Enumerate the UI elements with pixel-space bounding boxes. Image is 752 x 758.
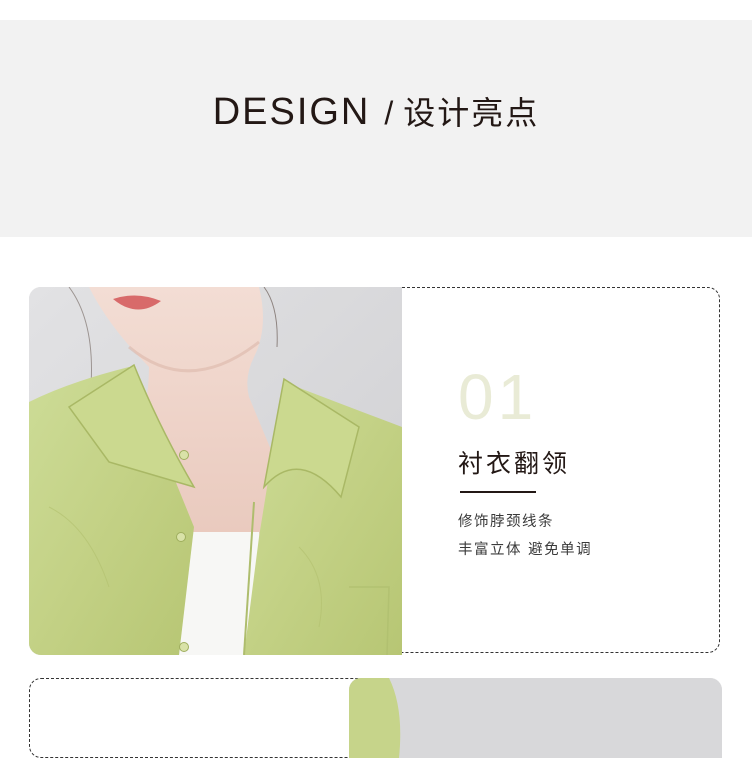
feature-title-underline — [460, 491, 536, 493]
collar-photo — [29, 287, 402, 655]
card-2-photo-illustration — [349, 678, 722, 758]
feature-number: 01 — [458, 361, 538, 433]
title-chinese: 设计亮点 — [403, 94, 540, 132]
feature-desc-line-1: 修饰脖颈线条 — [458, 514, 554, 530]
title-english: DESIGN — [212, 91, 371, 133]
feature-desc-line-2: 丰富立体 避免单调 — [458, 542, 593, 558]
collar-photo-illustration — [29, 287, 402, 655]
feature-card-2-frame — [29, 678, 389, 758]
section-title: DESIGN / 设计亮点 — [0, 88, 752, 134]
feature-card-2-photo — [349, 678, 722, 758]
title-separator: / — [384, 95, 394, 131]
feature-title: 衬衣翻领 — [458, 449, 571, 478]
